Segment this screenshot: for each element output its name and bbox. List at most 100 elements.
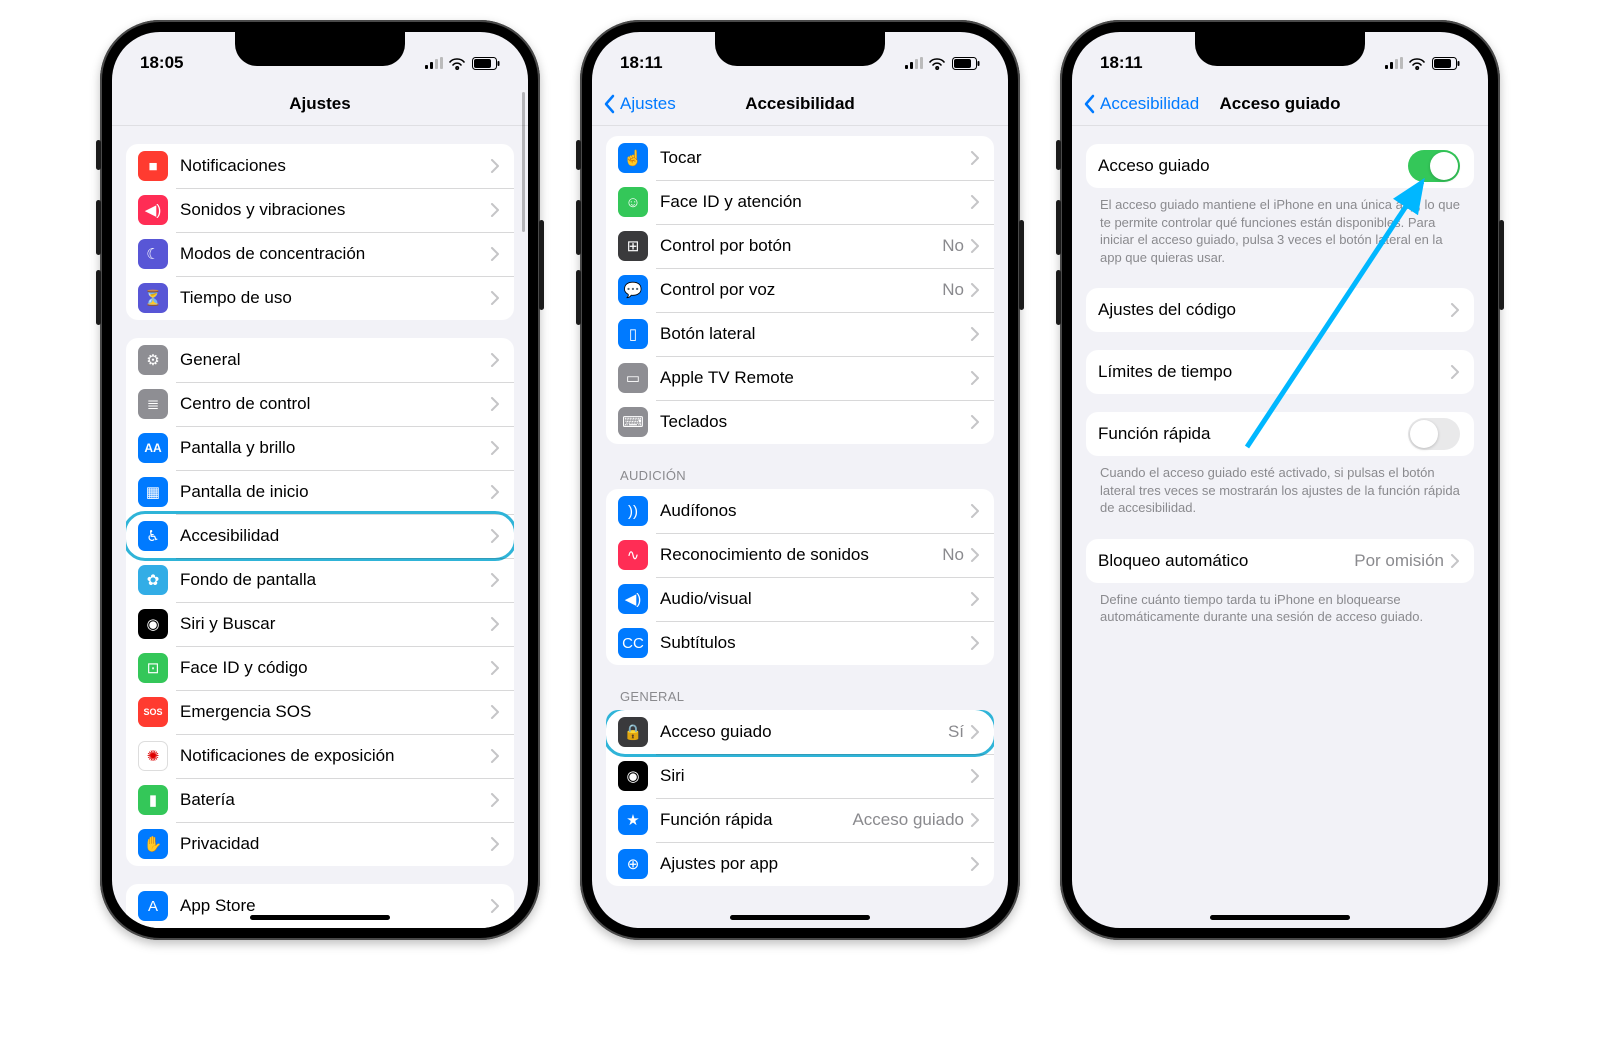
siri-icon: ◉ (618, 761, 648, 791)
chevron-right-icon (970, 151, 980, 165)
row-detail: Por omisión (1354, 551, 1444, 571)
row-label: Tocar (660, 148, 970, 168)
row-bateria[interactable]: ▮ Batería (126, 778, 514, 822)
row-auto-lock[interactable]: Bloqueo automático Por omisión (1086, 539, 1474, 583)
chevron-right-icon (970, 195, 980, 209)
row-subtitulos[interactable]: CCSubtítulos (606, 621, 994, 665)
row-passcode-settings[interactable]: Ajustes del código (1086, 288, 1474, 332)
row-label: Batería (180, 790, 490, 810)
lock-icon: 🔒 (618, 717, 648, 747)
row-siri[interactable]: ◉ Siri (606, 754, 994, 798)
row-boton-lateral[interactable]: ▯Botón lateral (606, 312, 994, 356)
chevron-right-icon (490, 247, 500, 261)
guided-access-switch[interactable] (1408, 150, 1460, 182)
row-general[interactable]: ⚙General (126, 338, 514, 382)
chevron-right-icon (970, 504, 980, 518)
chevron-right-icon (490, 397, 500, 411)
chevron-right-icon (490, 749, 500, 763)
page-title: Acceso guiado (1220, 94, 1341, 114)
row-guided-access-toggle[interactable]: Acceso guiado (1086, 144, 1474, 188)
row-funcion-rapida[interactable]: ★Función rápidaAcceso guiado (606, 798, 994, 842)
accessibility-list[interactable]: ☝Tocar☺Face ID y atención ⊞ Control por bo… (592, 126, 1008, 928)
row-modos-de-concentracion[interactable]: ☾Modos de concentración (126, 232, 514, 276)
row-face-id-y-atencion[interactable]: ☺Face ID y atención (606, 180, 994, 224)
row-label: Control por botón (660, 236, 942, 256)
row-ajustes-por-app[interactable]: ⊕Ajustes por app (606, 842, 994, 886)
back-button[interactable]: Ajustes (602, 82, 676, 125)
row-app-store[interactable]: AApp Store (126, 884, 514, 928)
chevron-right-icon (1450, 554, 1460, 568)
row-detail: No (942, 280, 964, 300)
back-label: Accesibilidad (1100, 94, 1199, 114)
row-acceso-guiado[interactable]: 🔒Acceso guiadoSí (606, 710, 994, 754)
row-label: Función rápida (1098, 424, 1408, 444)
row-audiovisual[interactable]: ◀) Audio/visual (606, 577, 994, 621)
shortcut-switch[interactable] (1408, 418, 1460, 450)
row-accesibilidad[interactable]: ♿︎Accesibilidad (126, 514, 514, 558)
status-time: 18:11 (1100, 53, 1143, 73)
audiovisual-icon: ◀) (618, 584, 648, 614)
grid4-icon: ⊞ (618, 231, 648, 261)
row-sonidos-y-vibraciones[interactable]: ◀)Sonidos y vibraciones (126, 188, 514, 232)
chevron-right-icon (490, 661, 500, 675)
row-time-limits[interactable]: Límites de tiempo (1086, 350, 1474, 394)
row-apple-tv-remote[interactable]: ▭Apple TV Remote (606, 356, 994, 400)
phone-frame-2: 18:11 Ajustes Accesibilidad ☝Tocar☺Face … (580, 20, 1020, 940)
row-detail: Acceso guiado (852, 810, 964, 830)
phone-frame-3: 18:11 Accesibilidad Acceso guiado Acceso… (1060, 20, 1500, 940)
row-face-id-y-codigo[interactable]: ⊡Face ID y código (126, 646, 514, 690)
home-indicator[interactable] (250, 915, 390, 920)
row-label: General (180, 350, 490, 370)
row-label: Acceso guiado (1098, 156, 1408, 176)
row-label: Siri (660, 766, 970, 786)
row-tocar[interactable]: ☝Tocar (606, 136, 994, 180)
row-emergencia-sos[interactable]: SOSEmergencia SOS (126, 690, 514, 734)
battery-icon (1432, 57, 1460, 70)
sidebtn-icon: ▯ (618, 319, 648, 349)
back-label: Ajustes (620, 94, 676, 114)
scrollbar[interactable] (522, 92, 525, 232)
row-label: Límites de tiempo (1098, 362, 1450, 382)
row-teclados[interactable]: ⌨Teclados (606, 400, 994, 444)
row-reconocimiento-de-sonidos[interactable]: ∿Reconocimiento de sonidosNo (606, 533, 994, 577)
signal-icon (425, 57, 443, 69)
chevron-right-icon (490, 159, 500, 173)
row-fondo-de-pantalla[interactable]: ✿Fondo de pantalla (126, 558, 514, 602)
row-pantalla-de-inicio[interactable]: ▦Pantalla de inicio (126, 470, 514, 514)
battery-icon: ▮ (138, 785, 168, 815)
wifi-icon (449, 57, 466, 70)
row-pantalla-y-brillo[interactable]: AAPantalla y brillo (126, 426, 514, 470)
keyboard-icon: ⌨ (618, 407, 648, 437)
settings-list[interactable]: ■Notificaciones◀)Sonidos y vibraciones☾M… (112, 126, 528, 928)
remote-icon: ▭ (618, 363, 648, 393)
ear-icon: )) (618, 496, 648, 526)
back-button[interactable]: Accesibilidad (1082, 82, 1199, 125)
footer-text: El acceso guiado mantiene el iPhone en u… (1086, 188, 1474, 270)
row-privacidad[interactable]: ✋ Privacidad (126, 822, 514, 866)
status-icons (425, 57, 500, 70)
row-label: Accesibilidad (180, 526, 490, 546)
row-accessibility-shortcut[interactable]: Función rápida (1086, 412, 1474, 456)
speaker-icon: ◀) (138, 195, 168, 225)
row-notificaciones[interactable]: ■Notificaciones (126, 144, 514, 188)
guided-access-settings[interactable]: Acceso guiado El acceso guiado mantiene … (1072, 126, 1488, 928)
chevron-right-icon (490, 793, 500, 807)
row-label: Face ID y código (180, 658, 490, 678)
row-siri-y-buscar[interactable]: ◉Siri y Buscar (126, 602, 514, 646)
wifi-icon (1409, 57, 1426, 70)
row-notificaciones-de-exposicion[interactable]: ✺Notificaciones de exposición (126, 734, 514, 778)
row-tiempo-de-uso[interactable]: ⏳Tiempo de uso (126, 276, 514, 320)
row-control-por-voz[interactable]: 💬Control por vozNo (606, 268, 994, 312)
chevron-right-icon (970, 239, 980, 253)
row-label: Privacidad (180, 834, 490, 854)
home-indicator[interactable] (1210, 915, 1350, 920)
row-centro-de-control[interactable]: ≣Centro de control (126, 382, 514, 426)
row-control-por-boton[interactable]: ⊞Control por botónNo (606, 224, 994, 268)
row-audifonos[interactable]: ))Audífonos (606, 489, 994, 533)
chevron-right-icon (490, 485, 500, 499)
hand-icon: ✋ (138, 829, 168, 859)
section-header: GENERAL (606, 683, 994, 710)
home-indicator[interactable] (730, 915, 870, 920)
chevron-right-icon (490, 837, 500, 851)
row-label: Audio/visual (660, 589, 970, 609)
